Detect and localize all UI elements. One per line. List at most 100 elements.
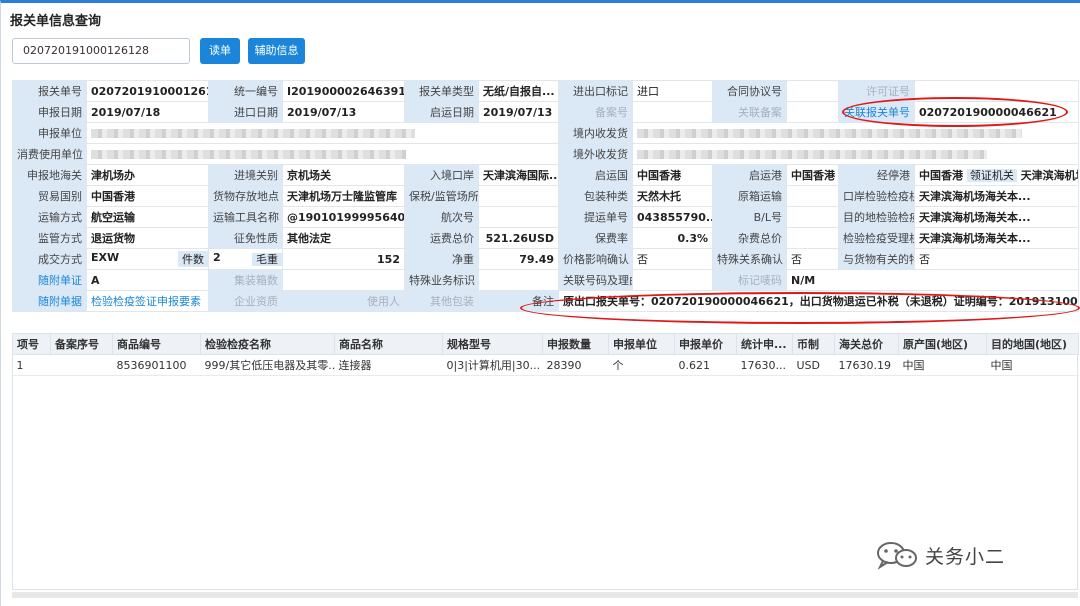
col-destination[interactable]: 目的地国(地区) (986, 333, 1079, 355)
col-unit[interactable]: 申报单位 (608, 333, 675, 355)
value-declare-customs: 津机场办 (86, 164, 209, 186)
declaration-number-input[interactable]: 020720191000126128 (12, 38, 190, 64)
link-related-declaration-no[interactable]: 关联报关单号 (838, 101, 915, 123)
value-ie-flag: 进口 (632, 80, 713, 102)
label-transport-mode: 运输方式 (12, 206, 87, 228)
value-entry-port: 天津滨海国际... (478, 164, 559, 186)
label-unified-no: 统一编号 (208, 80, 283, 102)
label-original-box: 原箱运输 (712, 185, 787, 207)
col-goods-name[interactable]: 商品名称 (334, 333, 443, 355)
label-bill-no: 提运单号 (558, 206, 633, 228)
value-license-no (914, 80, 1079, 102)
label-dest-inspection: 目的地检验检疫机关 (838, 206, 915, 228)
value-foreign-consignor-redacted (632, 143, 1079, 165)
label-vehicle-name: 运输工具名称 (208, 206, 283, 228)
col-stat[interactable]: 统计申... (736, 333, 793, 355)
read-button[interactable]: 读单 (200, 38, 240, 64)
value-container-count (282, 269, 405, 291)
label-port-inspection: 口岸检验检疫机关 (838, 185, 915, 207)
label-freight-total: 运费总价 (404, 227, 479, 249)
value-trade-country: 中国香港 (86, 185, 209, 207)
label-net-weight: 净重 (404, 248, 479, 270)
cell-origin: 中国 (898, 354, 987, 376)
col-inspection-name[interactable]: 检验检疫名称 (200, 333, 335, 355)
col-currency[interactable]: 币制 (792, 333, 835, 355)
table-row[interactable]: 1 8536901100 999/其它低压电器及其零... 连接器 0|3|计算… (12, 354, 1079, 376)
col-record-seq[interactable]: 备案序号 (50, 333, 113, 355)
horizontal-scrollbar[interactable] (12, 592, 1078, 598)
value-net-weight: 79.49 (478, 248, 559, 270)
col-origin[interactable]: 原产国(地区) (898, 333, 987, 355)
link-inspection-elements[interactable]: 检验检疫签证申报要素 (86, 290, 209, 312)
info-row-11: 随附单据 检验检疫签证申报要素 企业资质 使用人 其他包装 备注 原出口报关单号… (12, 290, 1079, 312)
info-row-7: 运输方式 航空运输 运输工具名称 @1901019999564045 航次号 提… (12, 206, 1079, 228)
label-other-packaging: 其他包装 (404, 290, 479, 312)
label-enterprise-qualification: 企业资质 (208, 290, 283, 312)
value-transit-port: 中国香港 (919, 169, 963, 182)
redacted-block (91, 129, 416, 138)
info-row-1: 报关单号 020720191000126128 统一编号 I2019000026… (12, 80, 1079, 102)
col-total[interactable]: 海关总价 (834, 333, 899, 355)
label-license-no: 许可证号 (838, 80, 915, 102)
info-row-9: 成交方式 EXW 件数 2 毛重 152 净重 79.49 价格影响确认 否 特殊关… (12, 248, 1079, 270)
info-row-5: 申报地海关 津机场办 进境关别 京机场关 入境口岸 天津滨海国际... 启运国 … (12, 164, 1079, 186)
goods-header-row: 项号 备案序号 商品编号 检验检疫名称 商品名称 规格型号 申报数量 申报单位 … (12, 333, 1079, 355)
value-special-business (478, 269, 559, 291)
cell-spec: 0|3|计算机用|30... (442, 354, 543, 376)
value-declare-date: 2019/07/18 (86, 101, 209, 123)
label-pieces: 件数 (178, 251, 208, 267)
col-qty[interactable]: 申报数量 (542, 333, 609, 355)
value-declaration-no: 020720191000126128 (86, 80, 209, 102)
col-goods-code[interactable]: 商品编号 (112, 333, 201, 355)
value-price-effect: 否 (632, 248, 713, 270)
cell-stat: 17630... (736, 354, 793, 376)
label-bl-no: B/L号 (712, 206, 787, 228)
label-cert-office: 领证机关 (966, 169, 1017, 182)
label-declare-date: 申报日期 (12, 101, 87, 123)
value-entry-customs: 京机场关 (282, 164, 405, 186)
col-spec[interactable]: 规格型号 (442, 333, 543, 355)
label-voyage-no: 航次号 (404, 206, 479, 228)
label-contract-no: 合同协议号 (712, 80, 787, 102)
value-gross-weight: 152 (282, 248, 405, 270)
value-insurance-rate: 0.3% (632, 227, 713, 249)
label-container-count: 集装箱数 (208, 269, 283, 291)
watermark: 关务小二 (875, 540, 1005, 570)
label-trade-country: 贸易国别 (12, 185, 87, 207)
value-pieces-text: 2 (213, 251, 221, 264)
label-declarant: 申报单位 (12, 122, 87, 144)
cell-qty: 28390 (542, 354, 609, 376)
label-entry-port: 入境口岸 (404, 164, 479, 186)
wechat-icon (875, 540, 919, 570)
value-attached-cert: A (86, 269, 209, 291)
label-transit-port-text: 经停港 (877, 169, 910, 182)
link-attached-cert[interactable]: 随附单证 (12, 269, 87, 291)
label-ie-flag: 进出口标记 (558, 80, 633, 102)
label-foreign-consignor: 境外收发货 (558, 143, 633, 165)
value-supervision-mode: 退运货物 (86, 227, 209, 249)
value-related-record (786, 101, 839, 123)
value-voyage-no (478, 206, 559, 228)
col-item-no[interactable]: 项号 (12, 333, 51, 355)
label-storage-location: 货物存放地点 (208, 185, 283, 207)
value-departure-country: 中国香港 (632, 164, 713, 186)
label-declaration-type: 报关单类型 (404, 80, 479, 102)
info-row-10: 随附单证 A 集装箱数 特殊业务标识 关联号码及理由 标记唛码 N/M (12, 269, 1079, 291)
col-unit-price[interactable]: 申报单价 (674, 333, 737, 355)
value-misc-total (786, 227, 839, 249)
value-original-box (786, 185, 839, 207)
cell-record-seq (50, 354, 113, 376)
label-domestic-consignee: 境内收发货 (558, 122, 633, 144)
cell-unit: 个 (608, 354, 675, 376)
cell-currency: USD (792, 354, 835, 376)
value-related-no-reason (632, 269, 713, 291)
label-related-no-reason: 关联号码及理由 (558, 269, 633, 291)
link-attached-docs[interactable]: 随附单据 (12, 290, 87, 312)
watermark-text: 关务小二 (925, 545, 1006, 568)
label-special-relation: 特殊关系确认 (712, 248, 787, 270)
aux-info-button[interactable]: 辅助信息 (248, 38, 305, 64)
value-storage-location: 天津机场万士隆监管库 (282, 185, 405, 207)
cell-goods-name: 连接器 (334, 354, 443, 376)
value-unified-no: I20190000264639127 (282, 80, 405, 102)
label-exemption-nature: 征免性质 (208, 227, 283, 249)
